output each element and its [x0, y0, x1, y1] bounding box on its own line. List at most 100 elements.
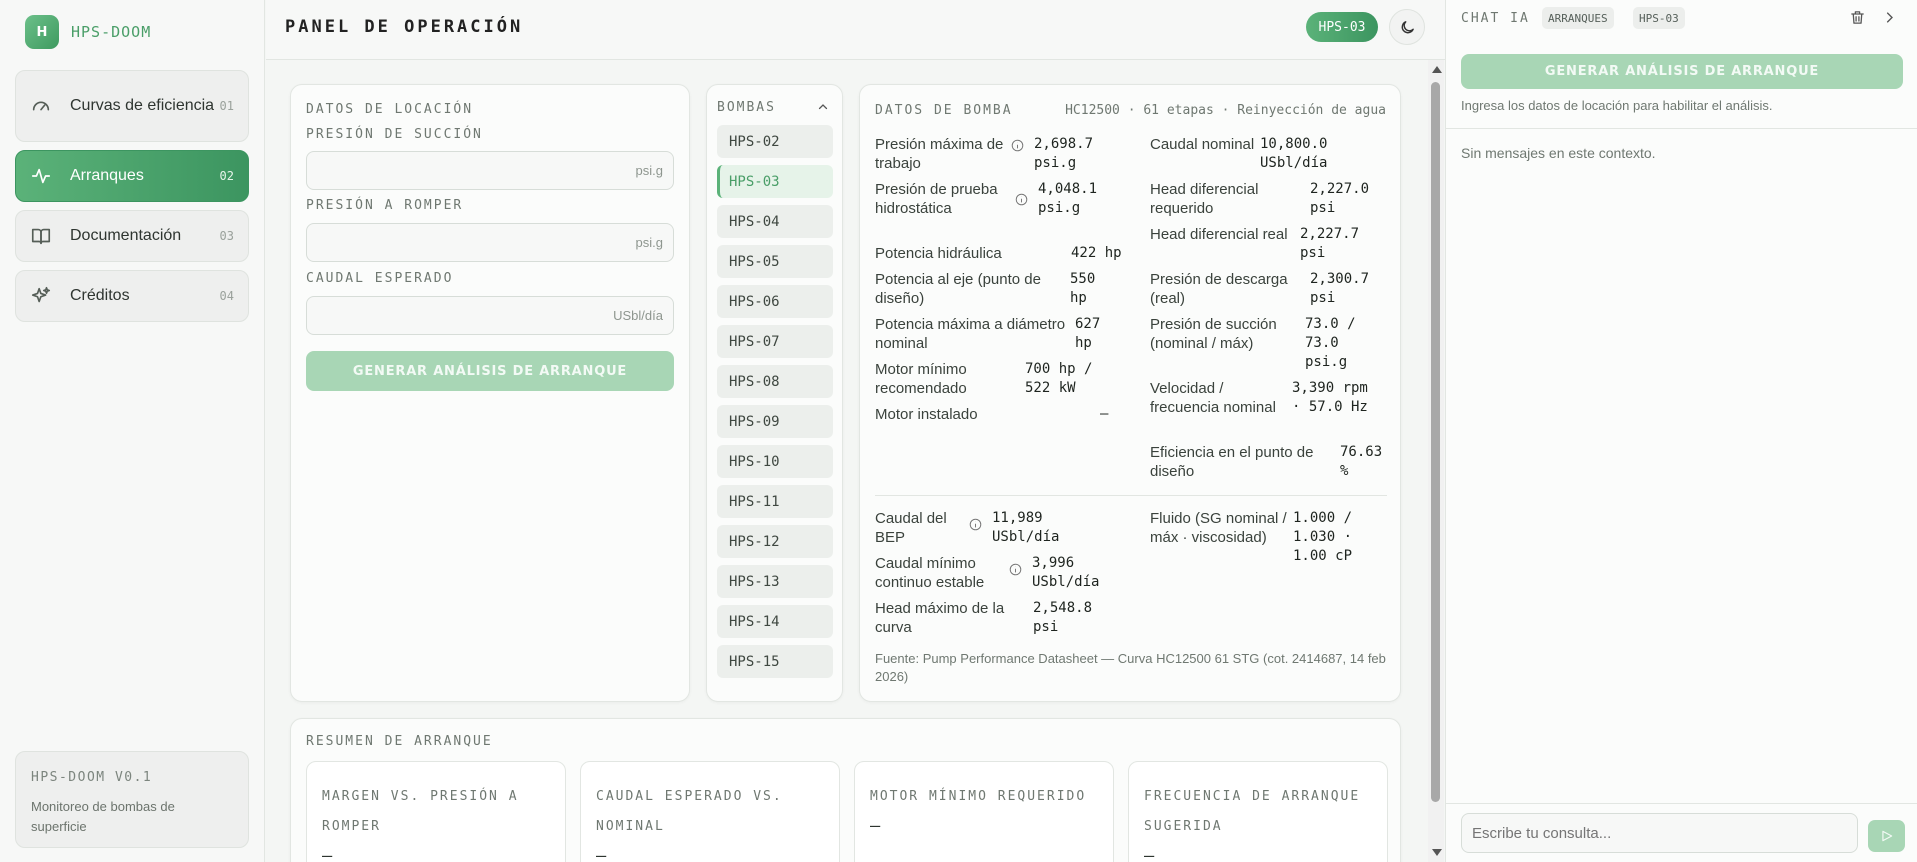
spec-label: Head diferencial real	[1150, 226, 1288, 243]
spec-value: 3,390 rpm · 57.0 Hz	[1292, 380, 1368, 415]
spec-label: Presión máxima de trabajo	[875, 136, 1004, 172]
scroll-up-arrow-icon[interactable]	[1432, 66, 1442, 73]
spec-value: 2,548.8 psi	[1033, 600, 1093, 635]
spec-label: Velocidad / frecuencia nominal	[1150, 380, 1276, 416]
info-icon[interactable]	[1015, 193, 1028, 206]
spec-label: Presión de prueba hidrostática	[875, 181, 998, 217]
main-nav: Curvas de eficiencia 01 Arranques 02 Doc…	[15, 70, 249, 330]
chat-input[interactable]	[1461, 813, 1858, 853]
spec-value: 700 hp / 522 kW	[1025, 361, 1093, 396]
version-card: HPS-DOOM V0.1 Monitoreo de bombas de sup…	[15, 751, 249, 848]
info-icon[interactable]	[1011, 139, 1024, 152]
pump-item[interactable]: HPS-08	[717, 365, 833, 398]
spec-row: Caudal nominal 10,800.0 USbl/día	[1150, 135, 1350, 173]
pump-item[interactable]: HPS-09	[717, 405, 833, 438]
nav-number: 01	[219, 99, 234, 113]
summary-box-title: MARGEN VS. PRESIÓN A ROMPER	[322, 789, 519, 834]
pump-item[interactable]: HPS-12	[717, 525, 833, 558]
info-icon[interactable]	[969, 518, 982, 531]
moon-icon	[1401, 20, 1414, 33]
pump-list-card: BOMBAS HPS-02 HPS-03 HPS-04 HPS-05 HPS-0…	[706, 84, 843, 702]
pump-item[interactable]: HPS-06	[717, 285, 833, 318]
suction-pressure-field[interactable]: psi.g	[306, 151, 674, 190]
theme-toggle-button[interactable]	[1389, 9, 1425, 45]
sparkles-icon	[31, 286, 51, 303]
summary-box-title: FRECUENCIA DE ARRANQUE SUGERIDA	[1144, 789, 1361, 834]
nav-item-creditos[interactable]: Créditos 04	[15, 270, 249, 322]
nav-label: Documentación	[70, 227, 182, 244]
nav-item-documentacion[interactable]: Documentación 03	[15, 210, 249, 262]
send-button[interactable]	[1868, 820, 1905, 852]
spec-value: 2,227.7 psi	[1300, 226, 1360, 261]
summary-box-value: —	[1144, 846, 1155, 862]
spec-row: Potencia al eje (punto de diseño) 550 hp	[875, 270, 1110, 308]
chat-header: CHAT IA ARRANQUES HPS-03	[1446, 0, 1917, 40]
spec-value: 2,698.7 psi.g	[1034, 136, 1094, 171]
trash-icon[interactable]	[1849, 9, 1866, 26]
divider	[875, 495, 1387, 496]
app-logo: H	[25, 15, 59, 49]
spec-label: Motor mínimo recomendado	[875, 361, 967, 397]
nav-number: 03	[219, 229, 234, 243]
pump-item[interactable]: HPS-15	[717, 645, 833, 678]
pump-item[interactable]: HPS-14	[717, 605, 833, 638]
activity-icon	[31, 168, 51, 184]
pump-item[interactable]: HPS-07	[717, 325, 833, 358]
chat-panel: CHAT IA ARRANQUES HPS-03 GENERAR ANÁLISI…	[1445, 0, 1917, 862]
send-icon	[1881, 830, 1892, 842]
summary-box-value: —	[322, 846, 333, 862]
nav-item-arranques[interactable]: Arranques 02	[15, 150, 249, 202]
expected-flow-field[interactable]: USbl/día	[306, 296, 674, 335]
gauge-icon	[32, 101, 50, 111]
version-title: HPS-DOOM V0.1	[31, 770, 153, 785]
pump-item[interactable]: HPS-13	[717, 565, 833, 598]
spec-row: Presión de succión (nominal / máx) 73.0 …	[1150, 315, 1365, 372]
chat-empty-state: Sin mensajes en este contexto.	[1461, 145, 1656, 161]
suction-pressure-input[interactable]	[307, 152, 673, 189]
chat-generate-analysis-button[interactable]: GENERAR ANÁLISIS DE ARRANQUE	[1461, 54, 1903, 89]
location-title: DATOS DE LOCACIÓN	[306, 102, 474, 117]
break-pressure-label: PRESIÓN A ROMPER	[306, 198, 464, 213]
spec-row: Potencia máxima a diámetro nominal 627 h…	[875, 315, 1115, 353]
pump-item[interactable]: HPS-02	[717, 125, 833, 158]
summary-box-value: —	[870, 816, 881, 836]
scroll-down-arrow-icon[interactable]	[1432, 849, 1442, 856]
generate-analysis-button[interactable]: GENERAR ANÁLISIS DE ARRANQUE	[306, 351, 674, 391]
nav-label: Curvas de eficiencia	[70, 97, 215, 114]
main-scrollbar[interactable]	[1428, 60, 1444, 862]
spec-value: 4,048.1 psi.g	[1038, 181, 1098, 216]
scroll-thumb[interactable]	[1431, 82, 1440, 802]
chevron-right-icon[interactable]	[1882, 10, 1897, 25]
pump-item[interactable]: HPS-04	[717, 205, 833, 238]
chat-title: CHAT IA	[1461, 11, 1530, 26]
spec-row: Caudal mínimo continuo estable 3,996 USb…	[875, 554, 1112, 592]
book-icon	[31, 228, 51, 245]
info-icon[interactable]	[1009, 563, 1022, 576]
chevron-up-icon[interactable]	[817, 101, 829, 113]
spec-label: Caudal del BEP	[875, 510, 947, 546]
expected-flow-label: CAUDAL ESPERADO	[306, 271, 454, 286]
spec-row: Presión de descarga (real) 2,300.7 psi	[1150, 270, 1380, 308]
spec-row: Presión de prueba hidrostática 4,048.1 p…	[875, 180, 1113, 218]
pump-item[interactable]: HPS-10	[717, 445, 833, 478]
nav-label: Arranques	[70, 167, 144, 184]
spec-row: Eficiencia en el punto de diseño 76.63 %	[1150, 443, 1390, 481]
spec-row: Presión máxima de trabajo 2,698.7 psi.g	[875, 135, 1109, 173]
spec-label: Caudal mínimo continuo estable	[875, 555, 985, 591]
nav-item-curvas[interactable]: Curvas de eficiencia 01	[15, 70, 249, 142]
pump-item[interactable]: HPS-11	[717, 485, 833, 518]
spec-row: Potencia hidráulica 422 hp	[875, 244, 1122, 263]
sidebar: H HPS-DOOM Curvas de eficiencia 01 Arran…	[0, 0, 265, 862]
pump-model-line: HC12500 · 61 etapas · Reinyección de agu…	[1065, 103, 1386, 118]
pump-item[interactable]: HPS-05	[717, 245, 833, 278]
pump-item-selected[interactable]: HPS-03	[717, 165, 833, 198]
spec-label: Eficiencia en el punto de diseño	[1150, 444, 1314, 480]
break-pressure-input[interactable]	[307, 224, 673, 261]
brand[interactable]: H HPS-DOOM	[25, 15, 151, 49]
spec-label: Caudal nominal	[1150, 136, 1255, 153]
summary-title: RESUMEN DE ARRANQUE	[306, 734, 493, 749]
spec-label: Potencia al eje (punto de diseño)	[875, 271, 1041, 307]
break-pressure-field[interactable]: psi.g	[306, 223, 674, 262]
app-name: HPS-DOOM	[71, 23, 152, 41]
summary-box-frequency: FRECUENCIA DE ARRANQUE SUGERIDA —	[1128, 761, 1388, 862]
